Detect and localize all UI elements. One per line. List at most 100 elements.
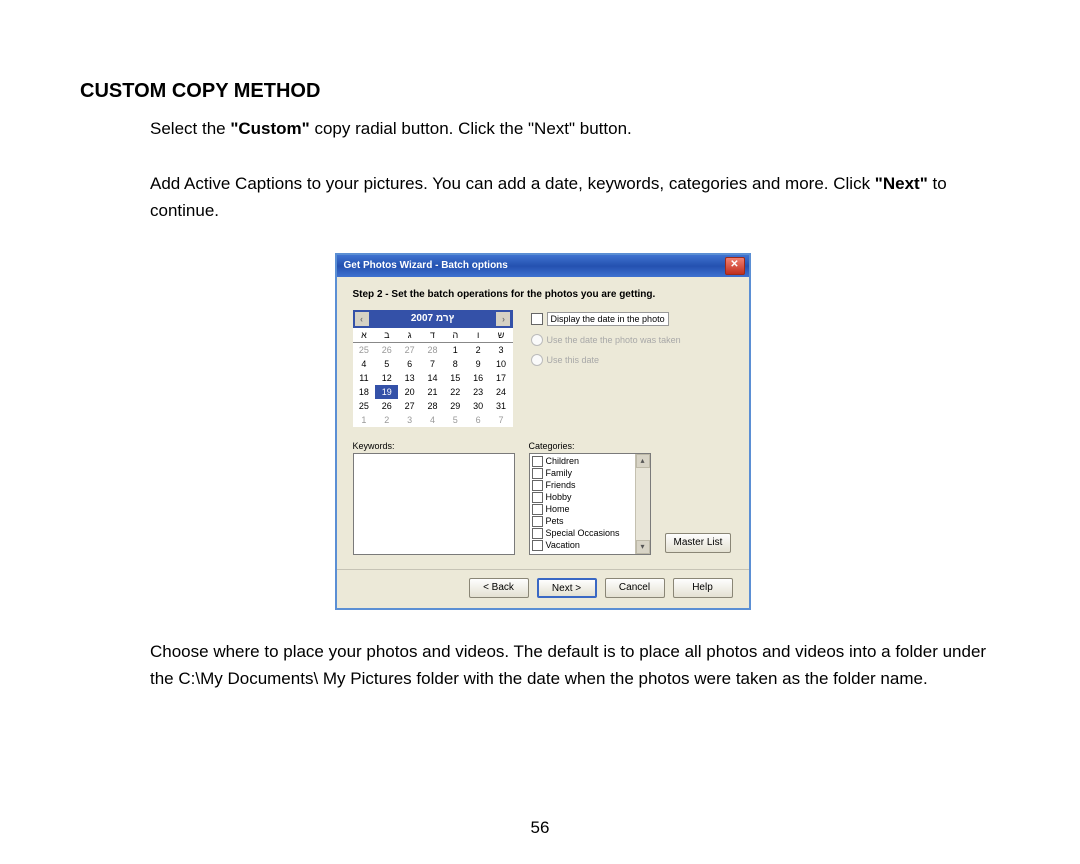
calendar-dow: ה xyxy=(444,328,467,343)
scroll-up-icon[interactable]: ▴ xyxy=(636,454,650,468)
close-button[interactable]: ✕ xyxy=(725,257,745,275)
calendar-day[interactable]: 2 xyxy=(375,413,398,427)
calendar[interactable]: ‹ 2007 ץרמ › אבגדהוש 2526272812345678910… xyxy=(353,310,513,427)
category-item[interactable]: Pets xyxy=(532,516,648,527)
p1-c: copy radial button. Click the "Next" but… xyxy=(310,119,632,138)
calendar-day[interactable]: 4 xyxy=(353,357,376,371)
section-heading: CUSTOM COPY METHOD xyxy=(80,80,1005,103)
categories-scrollbar[interactable]: ▴ ▾ xyxy=(635,454,650,554)
calendar-day[interactable]: 1 xyxy=(444,342,467,357)
calendar-day[interactable]: 4 xyxy=(421,413,444,427)
back-button[interactable]: < Back xyxy=(469,578,529,598)
category-label: Children xyxy=(546,456,580,466)
calendar-day[interactable]: 13 xyxy=(398,371,421,385)
calendar-day[interactable]: 6 xyxy=(398,357,421,371)
calendar-day[interactable]: 9 xyxy=(467,357,490,371)
category-label: Family xyxy=(546,468,573,478)
calendar-day[interactable]: 5 xyxy=(375,357,398,371)
display-date-label: Display the date in the photo xyxy=(547,312,669,326)
calendar-day[interactable]: 16 xyxy=(467,371,490,385)
calendar-day[interactable]: 27 xyxy=(398,342,421,357)
calendar-day[interactable]: 28 xyxy=(421,342,444,357)
calendar-day[interactable]: 26 xyxy=(375,399,398,413)
categories-label: Categories: xyxy=(529,441,651,451)
calendar-day[interactable]: 25 xyxy=(353,399,376,413)
categories-list[interactable]: Children Family Friends HobbyHome PetsSpecia… xyxy=(529,453,651,555)
paragraph-3: Choose where to place your photos and vi… xyxy=(150,638,1005,692)
calendar-day[interactable]: 3 xyxy=(398,413,421,427)
category-item[interactable]: Home xyxy=(532,504,648,515)
calendar-day[interactable]: 3 xyxy=(490,342,513,357)
p1-bold: "Custom" xyxy=(230,119,309,138)
calendar-day[interactable]: 27 xyxy=(398,399,421,413)
calendar-day[interactable]: 7 xyxy=(421,357,444,371)
calendar-day[interactable]: 14 xyxy=(421,371,444,385)
calendar-day[interactable]: 7 xyxy=(490,413,513,427)
calendar-next-button[interactable]: › xyxy=(496,312,510,326)
calendar-day[interactable]: 8 xyxy=(444,357,467,371)
category-item[interactable]: Family xyxy=(532,468,648,479)
calendar-day[interactable]: 17 xyxy=(490,371,513,385)
calendar-day[interactable]: 1 xyxy=(353,413,376,427)
display-date-checkbox[interactable]: Display the date in the photo xyxy=(531,312,733,326)
radio-photo-date[interactable]: Use the date the photo was taken xyxy=(531,334,733,346)
calendar-day[interactable]: 25 xyxy=(353,342,376,357)
radio-this-date[interactable]: Use this date xyxy=(531,354,733,366)
category-item[interactable]: Friends xyxy=(532,480,648,491)
category-label: Vacation xyxy=(546,540,580,550)
calendar-day[interactable]: 18 xyxy=(353,385,376,399)
calendar-day[interactable]: 30 xyxy=(467,399,490,413)
p2-a: Add Active Captions to your pictures. Yo… xyxy=(150,174,875,193)
cancel-button[interactable]: Cancel xyxy=(605,578,665,598)
calendar-day[interactable]: 2 xyxy=(467,342,490,357)
checkbox-icon xyxy=(532,480,543,491)
category-item[interactable]: Special Occasions xyxy=(532,528,648,539)
body-text-after: Choose where to place your photos and vi… xyxy=(80,638,1005,692)
keywords-input[interactable] xyxy=(353,453,515,555)
calendar-day[interactable]: 19 xyxy=(375,385,398,399)
calendar-dow: ב xyxy=(375,328,398,343)
wizard-screenshot: Get Photos Wizard - Batch options ✕ Step… xyxy=(80,253,1005,610)
page-number: 56 xyxy=(0,818,1080,838)
calendar-day[interactable]: 24 xyxy=(490,385,513,399)
calendar-day[interactable]: 5 xyxy=(444,413,467,427)
category-label: Home xyxy=(546,504,570,514)
window-title: Get Photos Wizard - Batch options xyxy=(344,260,725,271)
calendar-grid[interactable]: אבגדהוש 25262728123456789101112131415161… xyxy=(353,328,513,427)
category-item[interactable]: Hobby xyxy=(532,492,648,503)
radio-photo-date-label: Use the date the photo was taken xyxy=(547,335,681,345)
calendar-day[interactable]: 26 xyxy=(375,342,398,357)
master-list-button[interactable]: Master List xyxy=(665,533,732,553)
categories-section: Categories: Children Family Friends HobbyHo… xyxy=(529,441,651,555)
calendar-day[interactable]: 31 xyxy=(490,399,513,413)
next-button[interactable]: Next > xyxy=(537,578,597,598)
calendar-day[interactable]: 29 xyxy=(444,399,467,413)
body-text: Select the "Custom" copy radial button. … xyxy=(80,115,1005,225)
category-item[interactable]: Children xyxy=(532,456,648,467)
calendar-day[interactable]: 23 xyxy=(467,385,490,399)
calendar-day[interactable]: 20 xyxy=(398,385,421,399)
calendar-day[interactable]: 6 xyxy=(467,413,490,427)
calendar-dow: ש xyxy=(490,328,513,343)
category-label: Friends xyxy=(546,480,576,490)
calendar-day[interactable]: 28 xyxy=(421,399,444,413)
checkbox-icon xyxy=(532,492,543,503)
titlebar: Get Photos Wizard - Batch options ✕ xyxy=(337,255,749,277)
help-button[interactable]: Help xyxy=(673,578,733,598)
calendar-day[interactable]: 15 xyxy=(444,371,467,385)
category-item[interactable]: Vacation xyxy=(532,540,648,551)
calendar-day[interactable]: 21 xyxy=(421,385,444,399)
calendar-day[interactable]: 11 xyxy=(353,371,376,385)
calendar-day[interactable]: 12 xyxy=(375,371,398,385)
paragraph-1: Select the "Custom" copy radial button. … xyxy=(150,115,1005,142)
calendar-day[interactable]: 10 xyxy=(490,357,513,371)
checkbox-icon xyxy=(531,313,543,325)
calendar-prev-button[interactable]: ‹ xyxy=(355,312,369,326)
scroll-down-icon[interactable]: ▾ xyxy=(636,540,650,554)
step-label: Step 2 - Set the batch operations for th… xyxy=(353,289,733,300)
category-label: Special Occasions xyxy=(546,528,620,538)
keywords-label: Keywords: xyxy=(353,441,515,451)
wizard-window: Get Photos Wizard - Batch options ✕ Step… xyxy=(335,253,751,610)
calendar-day[interactable]: 22 xyxy=(444,385,467,399)
paragraph-2: Add Active Captions to your pictures. Yo… xyxy=(150,170,1005,224)
